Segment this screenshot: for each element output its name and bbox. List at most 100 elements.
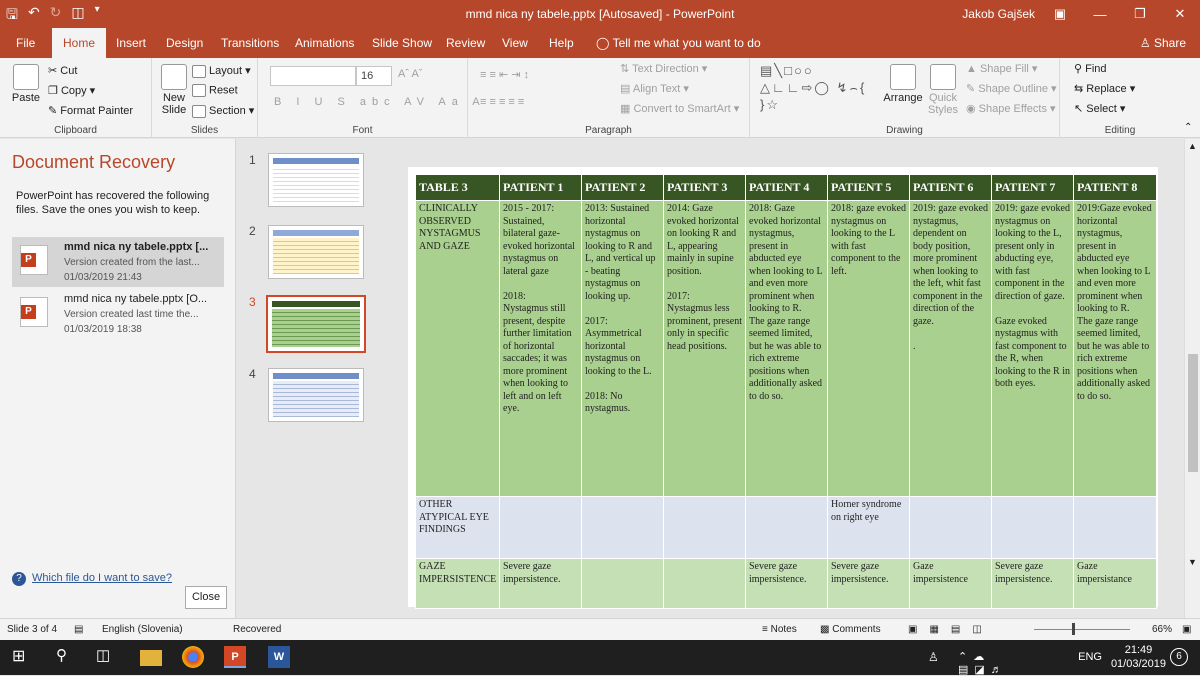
tab-review[interactable]: Review <box>440 28 491 58</box>
chrome-icon[interactable] <box>182 646 204 668</box>
recovery-file-item[interactable]: P mmd nica ny tabele.pptx [O... Version … <box>12 289 224 339</box>
slide-thumbnail[interactable] <box>268 368 364 422</box>
close-window-icon[interactable]: ✕ <box>1160 0 1200 28</box>
slide-thumbnail[interactable] <box>268 153 364 207</box>
row-label-cell[interactable]: CLINICALLY OBSERVED NYSTAGMUS AND GAZE <box>415 200 500 497</box>
table-cell[interactable]: Severe gaze impersistence. <box>745 558 828 609</box>
recovery-file-item[interactable]: P mmd nica ny tabele.pptx [... Version c… <box>12 237 224 287</box>
file-explorer-icon[interactable] <box>140 650 162 666</box>
table-cell[interactable]: 2015 - 2017: Sustained, bilateral gaze-e… <box>499 200 582 497</box>
comments-button[interactable]: ▩ Comments <box>820 624 881 635</box>
table-cell[interactable] <box>663 558 746 609</box>
font-name-box[interactable] <box>270 66 356 86</box>
new-slide-button[interactable]: New Slide <box>156 64 192 116</box>
tell-me-box[interactable]: ◯ Tell me what you want to do <box>596 28 761 58</box>
slide-thumbnail-selected[interactable] <box>266 295 366 353</box>
table-cell[interactable] <box>909 496 992 559</box>
word-icon[interactable]: W <box>268 646 290 668</box>
vertical-scrollbar[interactable]: ▲ ▼ <box>1184 139 1200 618</box>
zoom-level[interactable]: 66% <box>1152 624 1172 635</box>
shape-outline-button[interactable]: ✎ Shape Outline ▾ <box>966 82 1057 95</box>
tab-transitions[interactable]: Transitions <box>215 28 285 58</box>
tab-insert[interactable]: Insert <box>110 28 152 58</box>
table-cell[interactable]: Severe gaze impersistence. <box>499 558 582 609</box>
copy-button[interactable]: ❐ Copy ▾ <box>48 84 95 97</box>
ribbon-display-icon[interactable]: ▣ <box>1040 0 1080 28</box>
scroll-down-icon[interactable]: ▼ <box>1188 557 1197 567</box>
table-cell[interactable] <box>663 496 746 559</box>
layout-button[interactable]: Layout ▾ <box>192 64 251 78</box>
view-buttons[interactable]: ▣▦▤◫ <box>908 624 994 635</box>
fit-slide-icon[interactable]: ▣ <box>1182 624 1191 635</box>
scroll-up-icon[interactable]: ▲ <box>1188 141 1197 151</box>
patient-header-cell[interactable]: PATIENT 8 <box>1073 174 1157 201</box>
table-cell[interactable] <box>581 496 664 559</box>
input-language[interactable]: ENG <box>1078 651 1102 663</box>
table-cell[interactable]: Gaze impersistance <box>1073 558 1157 609</box>
notes-button[interactable]: ≡ Notes <box>762 624 797 635</box>
table-cell[interactable] <box>745 496 828 559</box>
table-cell[interactable] <box>581 558 664 609</box>
slide-thumbnail[interactable] <box>268 225 364 279</box>
paste-button[interactable]: Paste <box>8 64 44 104</box>
format-painter-button[interactable]: ✎ Format Painter <box>48 104 133 117</box>
tab-view[interactable]: View <box>496 28 534 58</box>
user-name[interactable]: Jakob Gajšek <box>962 7 1035 21</box>
bullets-icon[interactable]: ≡ ≡ ⇤ ⇥ ↕ <box>480 68 529 81</box>
quick-styles-button[interactable]: Quick Styles <box>925 64 961 116</box>
table-title-cell[interactable]: TABLE 3 <box>415 174 500 201</box>
patient-header-cell[interactable]: PATIENT 1 <box>499 174 582 201</box>
patient-header-cell[interactable]: PATIENT 2 <box>581 174 664 201</box>
table-cell[interactable]: 2019: gaze evoked nystagmus, dependent o… <box>909 200 992 497</box>
notification-center-icon[interactable]: 6 <box>1170 648 1188 666</box>
table-cell[interactable]: Severe gaze impersistence. <box>827 558 910 609</box>
tab-design[interactable]: Design <box>160 28 209 58</box>
share-button[interactable]: ♙ Share <box>1140 28 1186 58</box>
minimize-icon[interactable]: — <box>1080 0 1120 28</box>
windows-start-icon[interactable]: ⊞ <box>12 646 34 668</box>
people-icon[interactable]: ♙ <box>928 650 950 672</box>
shape-effects-button[interactable]: ◉ Shape Effects ▾ <box>966 102 1056 115</box>
tab-help[interactable]: Help <box>543 28 580 58</box>
language-indicator[interactable]: English (Slovenia) <box>102 624 183 635</box>
collapse-ribbon-icon[interactable]: ⌃ <box>1184 122 1192 133</box>
table-cell[interactable] <box>1073 496 1157 559</box>
cut-button[interactable]: ✂ Cut <box>48 64 77 77</box>
text-direction-button[interactable]: ⇅ Text Direction ▾ <box>620 62 707 75</box>
replace-button[interactable]: ⇆ Replace ▾ <box>1074 82 1135 95</box>
powerpoint-icon[interactable]: P <box>224 646 246 668</box>
font-format-buttons[interactable]: B I U S abc AV Aa A <box>274 96 486 108</box>
reset-button[interactable]: Reset <box>192 84 238 97</box>
table-cell[interactable]: Gaze impersistence <box>909 558 992 609</box>
align-icons[interactable]: ≡ ≡ ≡ ≡ ≡ <box>480 96 524 108</box>
tab-animations[interactable]: Animations <box>289 28 360 58</box>
align-text-button[interactable]: ▤ Align Text ▾ <box>620 82 689 95</box>
zoom-slider-thumb[interactable] <box>1072 623 1075 635</box>
tab-slide-show[interactable]: Slide Show <box>366 28 438 58</box>
slide-counter[interactable]: Slide 3 of 4 <box>7 624 57 635</box>
patient-table[interactable]: TABLE 3 PATIENT 1 PATIENT 2 PATIENT 3 PATIEN… <box>415 174 1157 609</box>
table-cell[interactable] <box>499 496 582 559</box>
table-cell[interactable]: Severe gaze impersistence. <box>991 558 1074 609</box>
select-button[interactable]: ↖ Select ▾ <box>1074 102 1125 115</box>
zoom-slider[interactable] <box>1034 629 1130 630</box>
tab-home[interactable]: Home <box>52 28 106 58</box>
table-cell[interactable]: Horner syndrome on right eye <box>827 496 910 559</box>
which-file-help-link[interactable]: ? Which file do I want to save? <box>12 572 172 586</box>
search-icon[interactable]: ⚲ <box>56 646 78 668</box>
tab-file[interactable]: File <box>10 28 41 58</box>
patient-header-cell[interactable]: PATIENT 5 <box>827 174 910 201</box>
task-view-icon[interactable]: ◫ <box>96 646 118 668</box>
table-cell[interactable]: 2018: Gaze evoked horizontal nystagmus, … <box>745 200 828 497</box>
scroll-thumb[interactable] <box>1188 354 1198 472</box>
section-button[interactable]: Section ▾ <box>192 104 254 118</box>
convert-smartart-button[interactable]: ▦ Convert to SmartArt ▾ <box>620 102 739 115</box>
patient-header-cell[interactable]: PATIENT 3 <box>663 174 746 201</box>
patient-header-cell[interactable]: PATIENT 7 <box>991 174 1074 201</box>
table-cell[interactable]: 2019: gaze evoked nystagmus on looking t… <box>991 200 1074 497</box>
table-cell[interactable] <box>991 496 1074 559</box>
close-button[interactable]: Close <box>185 586 227 609</box>
arrange-button[interactable]: Arrange <box>882 64 924 104</box>
spellcheck-icon[interactable]: ▤ <box>74 624 83 635</box>
clock[interactable]: 21:49 01/03/2019 <box>1111 643 1166 671</box>
